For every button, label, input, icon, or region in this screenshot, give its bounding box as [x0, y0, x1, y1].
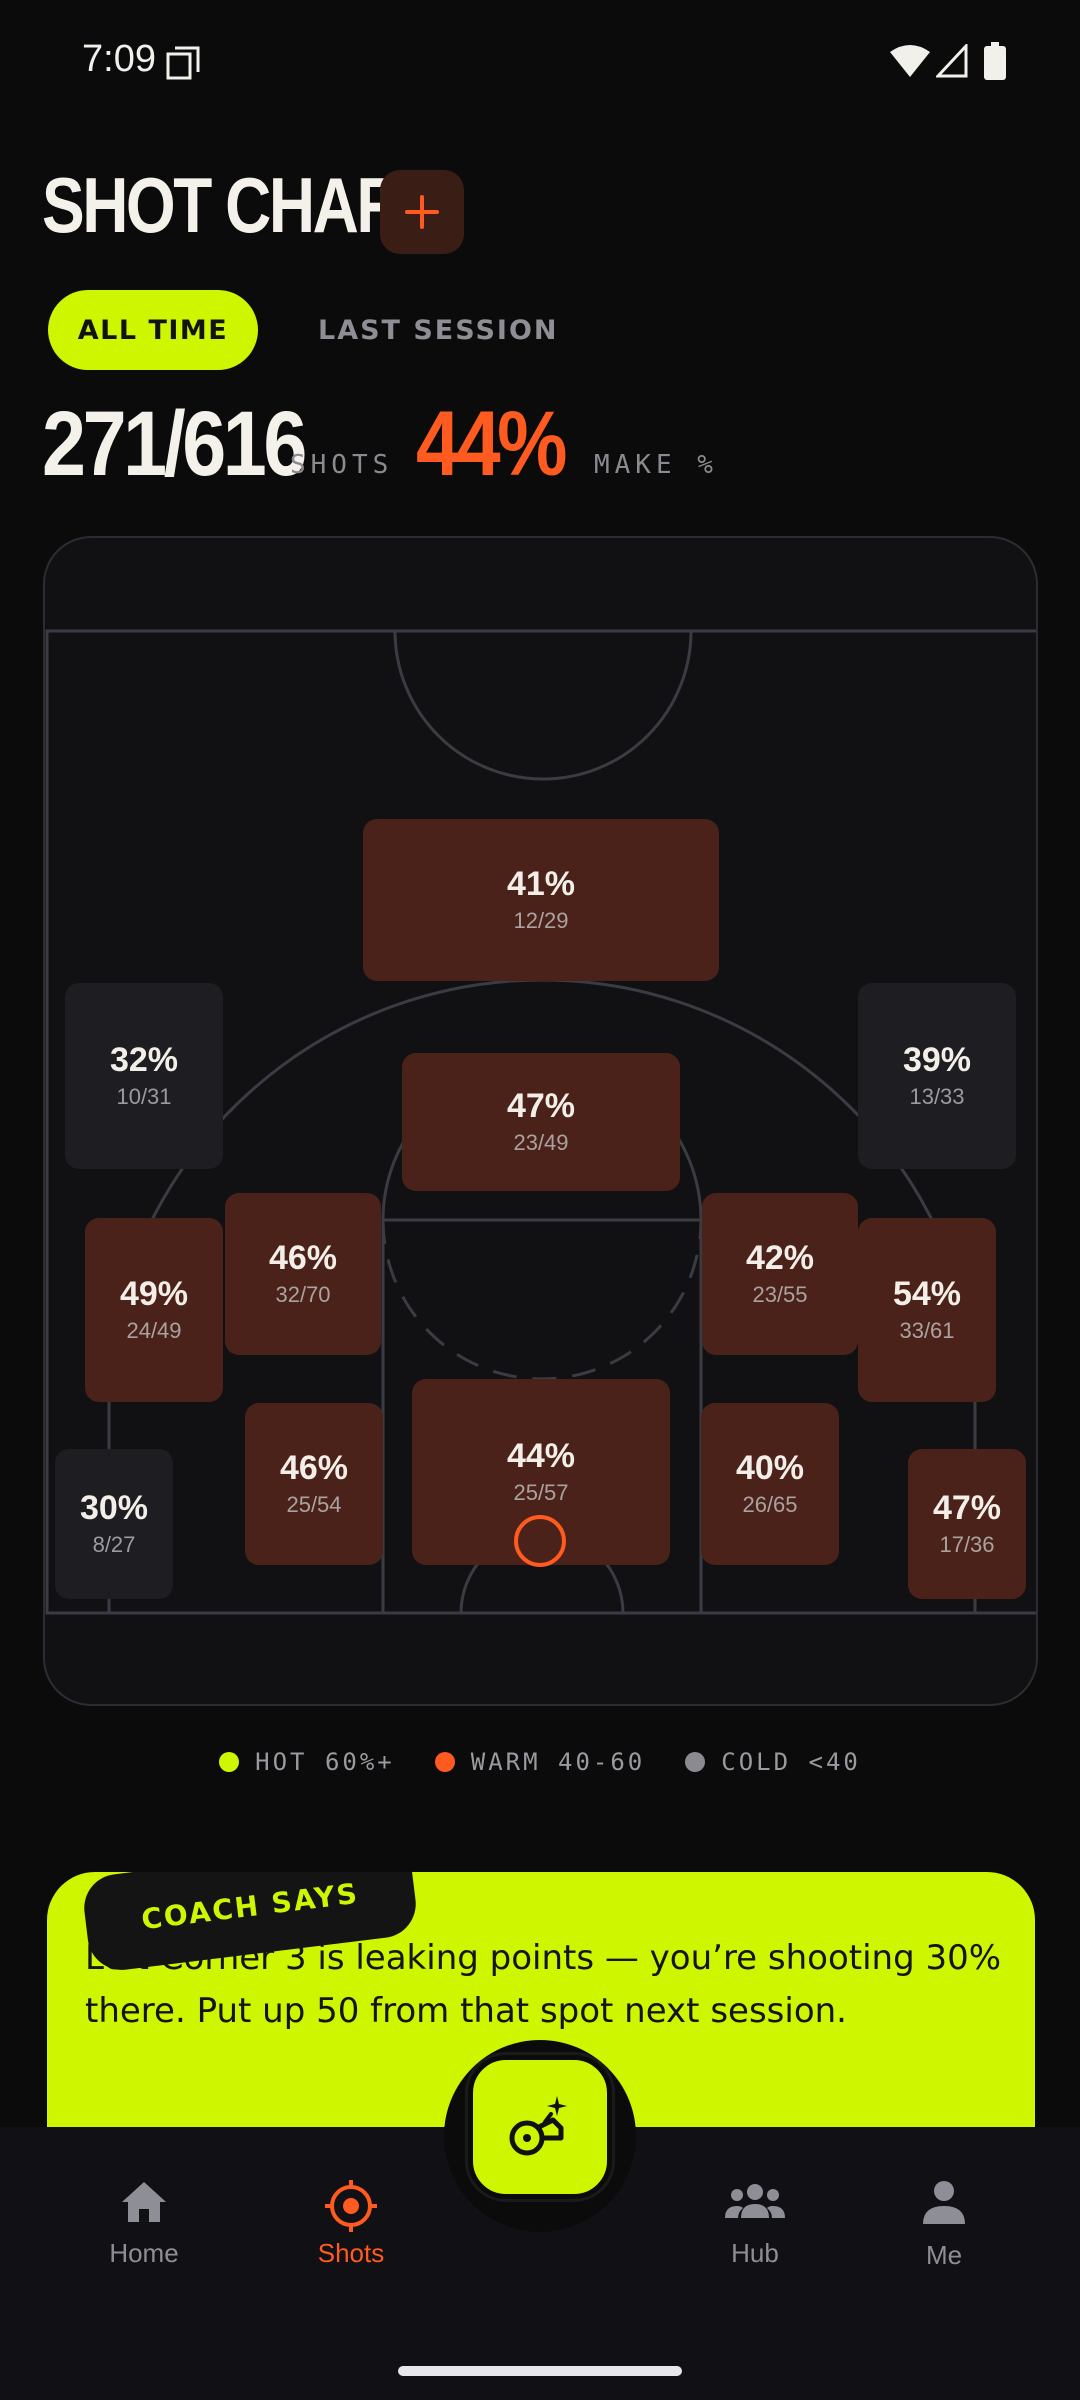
- zone-right-corner-3[interactable]: 47% 17/36: [908, 1449, 1026, 1599]
- coach-message: Left Corner 3 is leaking points — you’re…: [85, 1938, 1002, 2031]
- battery-icon: [984, 42, 1006, 80]
- heat-legend: HOT 60%+ WARM 40-60 COLD <40: [0, 1748, 1080, 1776]
- screenshot-icon: [166, 46, 200, 80]
- group-icon: [725, 2184, 785, 2218]
- zone-right-baseline-3[interactable]: 54% 33/61: [858, 1218, 996, 1402]
- zone-right-short[interactable]: 40% 26/65: [701, 1403, 839, 1565]
- log-shot-button[interactable]: [468, 2055, 612, 2199]
- shots-label: SHOTS: [290, 450, 394, 480]
- zone-left-baseline-3[interactable]: 49% 24/49: [85, 1218, 223, 1402]
- whistle-icon: [509, 2096, 567, 2156]
- zone-left-wing-3[interactable]: 32% 10/31: [65, 983, 223, 1169]
- home-icon: [122, 2182, 166, 2222]
- zone-right-elbow[interactable]: 42% 23/55: [702, 1193, 858, 1355]
- shot-court: 41% 12/29 32% 10/31 39% 13/33 47% 23/49 49% 2…: [43, 536, 1038, 1706]
- zone-left-elbow[interactable]: 46% 32/70: [225, 1193, 381, 1355]
- signal-icon: [936, 44, 968, 78]
- zone-left-corner-3[interactable]: 30% 8/27: [55, 1449, 173, 1599]
- warm-dot-icon: [434, 1752, 455, 1772]
- rim-icon: [514, 1515, 566, 1567]
- make-percentage: 44%: [416, 393, 567, 495]
- status-bar: 7:09: [0, 0, 1080, 128]
- legend-hot: HOT 60%+: [219, 1748, 395, 1776]
- add-shot-button[interactable]: [380, 170, 464, 254]
- make-label: MAKE %: [594, 450, 718, 480]
- home-indicator[interactable]: [398, 2366, 682, 2376]
- shots-count: 271/616: [42, 393, 307, 495]
- nav-home[interactable]: Home: [64, 2180, 224, 2269]
- person-icon: [923, 2181, 965, 2224]
- wifi-icon: [890, 45, 930, 77]
- status-time: 7:09: [82, 38, 156, 80]
- legend-cold: COLD <40: [685, 1748, 861, 1776]
- zone-left-short[interactable]: 46% 25/54: [245, 1403, 383, 1565]
- hot-dot-icon: [219, 1752, 240, 1772]
- tab-all-time[interactable]: ALL TIME: [48, 290, 258, 370]
- zone-free-throw[interactable]: 47% 23/49: [402, 1053, 680, 1191]
- zone-top-key[interactable]: 41% 12/29: [363, 819, 719, 981]
- page-title: SHOT CHART: [42, 161, 439, 249]
- nav-me[interactable]: Me: [864, 2180, 1024, 2271]
- target-icon: [325, 2180, 377, 2232]
- tab-last-session[interactable]: LAST SESSION: [318, 290, 559, 370]
- cold-dot-icon: [685, 1752, 706, 1772]
- legend-warm: WARM 40-60: [434, 1748, 646, 1776]
- plus-icon: [405, 195, 439, 229]
- nav-shots[interactable]: Shots: [271, 2180, 431, 2269]
- nav-hub[interactable]: Hub: [675, 2180, 835, 2269]
- zone-right-wing-3[interactable]: 39% 13/33: [858, 983, 1016, 1169]
